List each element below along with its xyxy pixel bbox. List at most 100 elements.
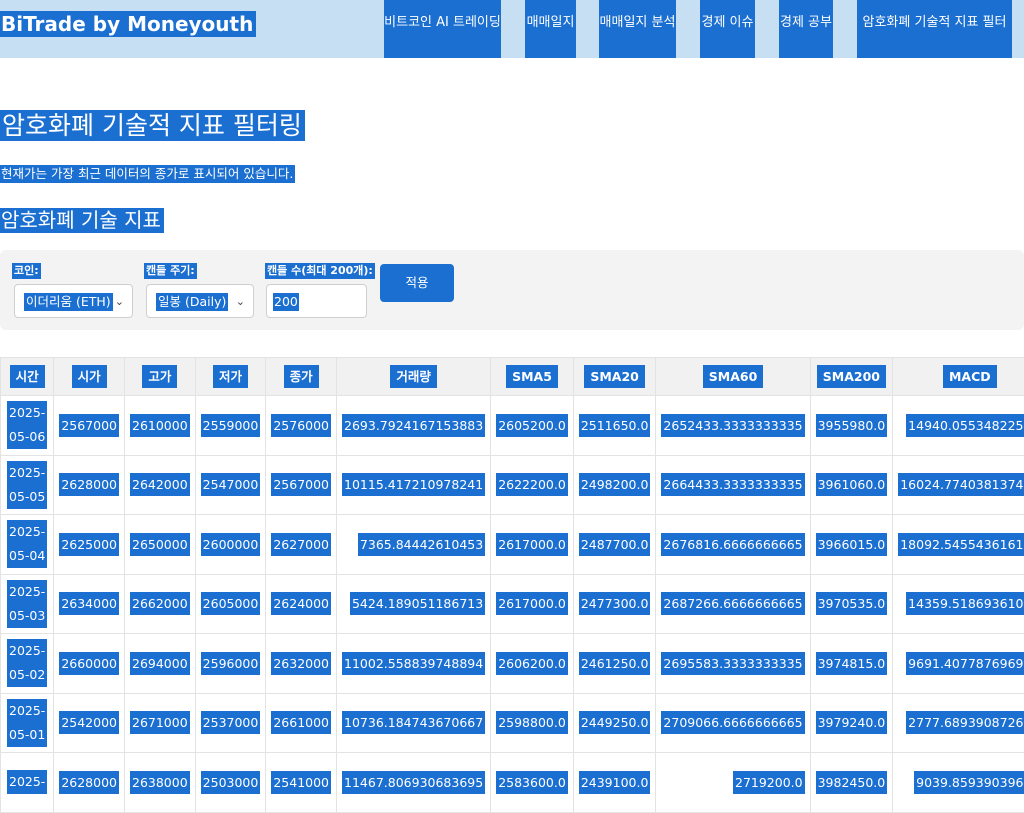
- table-row: 2025-05-02266000026940002596000263200011…: [1, 634, 1024, 694]
- brand-logo[interactable]: BiTrade by Moneyouth: [0, 11, 256, 37]
- cell-date: 2025-05-05: [1, 455, 54, 515]
- table-cell: 11467.806930683695: [337, 753, 491, 813]
- table-cell: 2709066.6666666665: [656, 693, 810, 753]
- table-header-row: 시간 시가 고가 저가 종가 거래량 SMA5 SMA20 SMA60 SMA2…: [1, 358, 1024, 396]
- table-cell: 2605000: [195, 574, 266, 634]
- column-header[interactable]: 거래량: [337, 358, 491, 396]
- table-cell: 9039.85939039616: [893, 753, 1024, 813]
- table-row: 2025-05-04262500026500002600000262700073…: [1, 515, 1024, 575]
- table-cell: 2498200.0: [573, 455, 656, 515]
- table-cell: 2632000: [266, 634, 337, 694]
- table-cell: 2671000: [125, 693, 196, 753]
- table-cell: 2624000: [266, 574, 337, 634]
- column-header[interactable]: 시간: [1, 358, 54, 396]
- table-cell: 3974815.0: [810, 634, 893, 694]
- table-cell: 2638000: [125, 753, 196, 813]
- table-cell: 2695583.3333333335: [656, 634, 810, 694]
- table-cell: 2449250.0: [573, 693, 656, 753]
- column-header[interactable]: 고가: [125, 358, 196, 396]
- cell-date: 2025-05-02: [1, 634, 54, 694]
- column-header[interactable]: 시가: [54, 358, 125, 396]
- table-cell: 3961060.0: [810, 455, 893, 515]
- table-cell: 2628000: [54, 753, 125, 813]
- cell-date: 2025-05-01: [1, 693, 54, 753]
- table-cell: 2461250.0: [573, 634, 656, 694]
- table-cell: 11002.558839748894: [337, 634, 491, 694]
- column-header[interactable]: 종가: [266, 358, 337, 396]
- column-header[interactable]: SMA60: [656, 358, 810, 396]
- table-cell: 2634000: [54, 574, 125, 634]
- table-cell: 2617000.0: [491, 515, 574, 575]
- table-cell: 2694000: [125, 634, 196, 694]
- table-cell: 2662000: [125, 574, 196, 634]
- table-cell: 2650000: [125, 515, 196, 575]
- table-cell: 2542000: [54, 693, 125, 753]
- table-cell: 2596000: [195, 634, 266, 694]
- table-cell: 2610000: [125, 396, 196, 456]
- table-cell: 10115.417210978241: [337, 455, 491, 515]
- candle-count-value: 200: [273, 293, 299, 311]
- top-nav-bar: BiTrade by Moneyouth 비트코인 AI 트레이딩 매매일지 매…: [0, 0, 1024, 58]
- section-title: 암호화폐 기술 지표: [0, 208, 164, 233]
- nav-trade-journal[interactable]: 매매일지: [525, 0, 576, 58]
- table-cell: 2600000: [195, 515, 266, 575]
- table-cell: 2719200.0: [656, 753, 810, 813]
- table-cell: 2559000: [195, 396, 266, 456]
- coin-select[interactable]: 이더리움 (ETH) ⌄: [14, 284, 133, 318]
- table-cell: 2583600.0: [491, 753, 574, 813]
- coin-label: 코인:: [12, 263, 41, 279]
- nav-crypto-indicator-filter[interactable]: 암호화폐 기술적 지표 필터링: [857, 0, 1012, 58]
- table-cell: 2487700.0: [573, 515, 656, 575]
- table-cell: 2642000: [125, 455, 196, 515]
- apply-button[interactable]: 적용: [380, 264, 454, 302]
- table-row: 2025-262800026380002503000254100011467.8…: [1, 753, 1024, 813]
- table-cell: 2676816.6666666665: [656, 515, 810, 575]
- page-subtitle: 현재가는 가장 최근 데이터의 종가로 표시되어 있습니다.: [0, 165, 295, 183]
- table-cell: 3970535.0: [810, 574, 893, 634]
- table-cell: 2503000: [195, 753, 266, 813]
- column-header[interactable]: SMA200: [810, 358, 893, 396]
- table-cell: 2598800.0: [491, 693, 574, 753]
- table-cell: 2511650.0: [573, 396, 656, 456]
- table-row: 2025-05-06256700026100002559000257600026…: [1, 396, 1024, 456]
- table-cell: 2664433.3333333335: [656, 455, 810, 515]
- table-cell: 2606200.0: [491, 634, 574, 694]
- table-cell: 2541000: [266, 753, 337, 813]
- table-cell: 5424.189051186713: [337, 574, 491, 634]
- table-cell: 2777.689390872605: [893, 693, 1024, 753]
- indicator-table: 시간 시가 고가 저가 종가 거래량 SMA5 SMA20 SMA60 SMA2…: [0, 357, 1024, 813]
- table-cell: 2537000: [195, 693, 266, 753]
- table-row: 2025-05-05262800026420002547000256700010…: [1, 455, 1024, 515]
- table-cell: 9691.407787696924: [893, 634, 1024, 694]
- column-header[interactable]: MACD: [893, 358, 1024, 396]
- column-header[interactable]: 저가: [195, 358, 266, 396]
- table-cell: 16024.774038137402: [893, 455, 1024, 515]
- table-cell: 2547000: [195, 455, 266, 515]
- interval-label: 캔들 주기:: [144, 263, 197, 279]
- cell-date: 2025-05-04: [1, 515, 54, 575]
- table-cell: 18092.545543616172: [893, 515, 1024, 575]
- chevron-down-icon: ⌄: [115, 293, 124, 311]
- nav-economic-issues[interactable]: 경제 이슈: [700, 0, 755, 58]
- table-cell: 2652433.3333333335: [656, 396, 810, 456]
- table-cell: 14940.05534822587: [893, 396, 1024, 456]
- cell-date: 2025-: [1, 753, 54, 813]
- nav-journal-analysis[interactable]: 매매일지 분석: [599, 0, 676, 58]
- count-label: 캔들 수(최대 200개):: [265, 263, 375, 279]
- column-header[interactable]: SMA20: [573, 358, 656, 396]
- nav-ai-trading[interactable]: 비트코인 AI 트레이딩: [384, 0, 501, 58]
- interval-select[interactable]: 일봉 (Daily) ⌄: [146, 284, 254, 318]
- table-cell: 3979240.0: [810, 693, 893, 753]
- table-row: 2025-05-03263400026620002605000262400054…: [1, 574, 1024, 634]
- table-cell: 3966015.0: [810, 515, 893, 575]
- column-header[interactable]: SMA5: [491, 358, 574, 396]
- table-cell: 10736.184743670667: [337, 693, 491, 753]
- table-cell: 2687266.6666666665: [656, 574, 810, 634]
- table-cell: 3982450.0: [810, 753, 893, 813]
- table-cell: 2625000: [54, 515, 125, 575]
- nav-economic-study[interactable]: 경제 공부: [779, 0, 833, 58]
- table-cell: 2693.7924167153883: [337, 396, 491, 456]
- table-cell: 3955980.0: [810, 396, 893, 456]
- table-cell: 2617000.0: [491, 574, 574, 634]
- candle-count-input[interactable]: 200: [266, 284, 367, 318]
